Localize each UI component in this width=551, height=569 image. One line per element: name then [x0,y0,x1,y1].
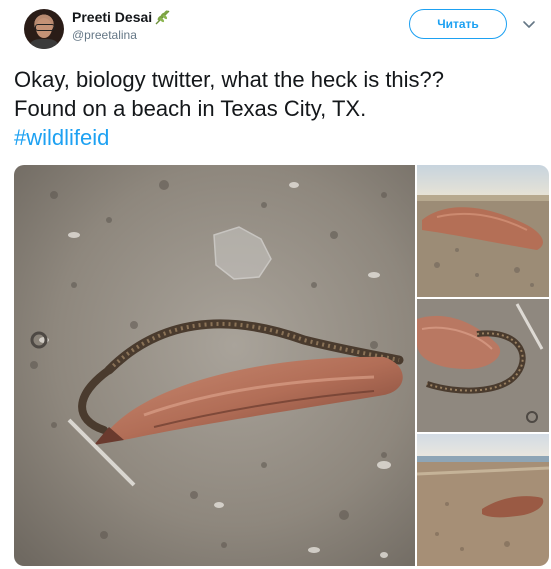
author-display-name[interactable]: Preeti Desai [72,8,152,26]
tweet-text-line: Found on a beach in Texas City, TX. [14,96,367,121]
author-handle[interactable]: @preetalina [72,27,172,43]
tweet-text-line: Okay, biology twitter, what the heck is … [14,67,445,92]
tweet-header: Preeti Desai @preetalina Читать [14,6,537,50]
avatar-shirt [30,39,58,49]
avatar-glasses [35,24,55,31]
author-block[interactable]: Preeti Desai @preetalina [72,8,172,43]
media-grid [14,165,549,568]
follow-button[interactable]: Читать [409,9,507,39]
photo-main[interactable] [14,165,415,566]
photo-side-2[interactable] [417,299,549,432]
chevron-down-icon[interactable] [521,16,537,32]
hashtag-link[interactable]: #wildlifeid [14,123,544,152]
photo-side-3[interactable] [417,434,549,566]
avatar[interactable] [24,9,64,49]
photo-side-1[interactable] [417,165,549,297]
leaf-icon [155,10,170,25]
tweet-text: Okay, biology twitter, what the heck is … [14,65,544,152]
